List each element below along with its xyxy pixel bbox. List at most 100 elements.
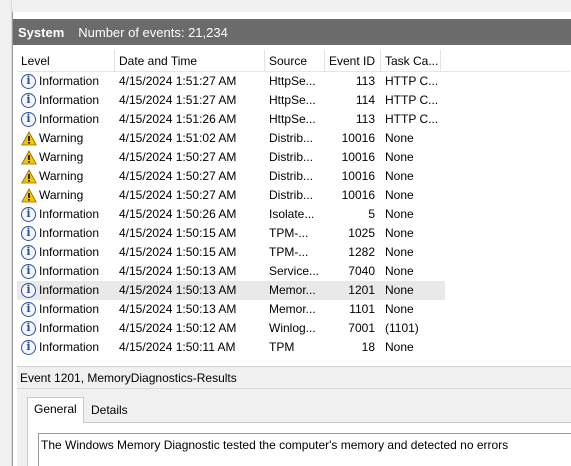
level-text: Information (39, 302, 100, 316)
table-row[interactable]: Warning 4/15/2024 1:50:27 AM Distrib... 100… (17, 167, 445, 186)
details-tabs: General Details The Windows Memory Diagn… (27, 397, 571, 466)
table-row[interactable]: i Information 4/15/2024 1:50:11 AM TPM 18 Non… (17, 338, 445, 357)
cell-task-category: (1101) (385, 321, 419, 335)
top-edge-panel (12, 0, 571, 12)
cell-task-category: None (385, 207, 414, 221)
cell-datetime: 4/15/2024 1:50:15 AM (119, 226, 237, 240)
grid-rows: i Information 4/15/2024 1:51:27 AM HttpSe..… (17, 72, 570, 357)
cell-event-id: 5 (368, 207, 375, 221)
cell-task-category: HTTP C... (385, 93, 439, 107)
events-grid[interactable]: Level Date and Time Source Event ID Task… (17, 50, 570, 368)
tab-details[interactable]: Details (85, 399, 134, 423)
grid-header: Level Date and Time Source Event ID Task… (17, 50, 570, 72)
level-text: Warning (39, 131, 84, 145)
table-row[interactable]: Warning 4/15/2024 1:51:02 AM Distrib... 100… (17, 129, 445, 148)
cell-event-id: 1201 (348, 283, 375, 297)
cell-source: Distrib... (269, 131, 314, 145)
table-row[interactable]: i Information 4/15/2024 1:50:13 AM Memor...… (17, 281, 445, 300)
cell-source: Distrib... (269, 188, 314, 202)
event-count: Number of events: 21,234 (78, 24, 228, 40)
log-header: System Number of events: 21,234 (13, 19, 571, 45)
cell-datetime: 4/15/2024 1:50:27 AM (119, 188, 237, 202)
table-row[interactable]: i Information 4/15/2024 1:51:26 AM HttpSe..… (17, 110, 445, 129)
column-header-level[interactable]: Level (17, 50, 115, 72)
level-text: Information (39, 207, 100, 221)
left-edge-panel (0, 0, 12, 466)
column-header-datetime[interactable]: Date and Time (115, 50, 265, 72)
cell-event-id: 114 (355, 93, 375, 107)
info-icon: i (21, 283, 36, 298)
info-icon: i (21, 340, 36, 355)
event-details-pane: Event 1201, MemoryDiagnostics-Results Ge… (17, 366, 571, 466)
cell-level: i Information (17, 110, 115, 129)
cell-source: HttpSe... (269, 74, 316, 88)
table-row[interactable]: i Information 4/15/2024 1:50:26 AM Isolate.… (17, 205, 445, 224)
cell-source: Winlog... (269, 321, 316, 335)
cell-task-category: None (385, 226, 414, 240)
cell-task-category: None (385, 264, 414, 278)
info-icon: i (21, 112, 36, 127)
cell-datetime: 4/15/2024 1:50:27 AM (119, 169, 237, 183)
level-text: Information (39, 340, 100, 354)
info-icon: i (21, 93, 36, 108)
table-row[interactable]: Warning 4/15/2024 1:50:27 AM Distrib... 100… (17, 186, 445, 205)
cell-source: Isolate... (269, 207, 315, 221)
cell-level: Warning (17, 129, 115, 148)
cell-datetime: 4/15/2024 1:50:13 AM (119, 302, 237, 316)
cell-level: i Information (17, 91, 115, 110)
cell-datetime: 4/15/2024 1:50:13 AM (119, 264, 237, 278)
tab-general[interactable]: General (27, 397, 84, 423)
level-text: Information (39, 264, 100, 278)
info-icon: i (21, 264, 36, 279)
cell-level: Warning (17, 167, 115, 186)
column-header-source[interactable]: Source (265, 50, 325, 72)
table-row[interactable]: i Information 4/15/2024 1:50:13 AM Memor...… (17, 300, 445, 319)
level-text: Information (39, 112, 100, 126)
level-text: Information (39, 245, 100, 259)
cell-task-category: HTTP C... (385, 112, 439, 126)
cell-level: i Information (17, 338, 115, 357)
cell-datetime: 4/15/2024 1:51:27 AM (119, 93, 237, 107)
table-row[interactable]: i Information 4/15/2024 1:51:27 AM HttpSe..… (17, 91, 445, 110)
cell-level: i Information (17, 243, 115, 262)
details-title: Event 1201, MemoryDiagnostics-Results (17, 367, 571, 389)
cell-task-category: None (385, 245, 414, 259)
level-text: Warning (39, 188, 84, 202)
cell-task-category: None (385, 302, 414, 316)
cell-datetime: 4/15/2024 1:50:27 AM (119, 150, 237, 164)
table-row[interactable]: i Information 4/15/2024 1:50:15 AM TPM-... 1… (17, 243, 445, 262)
cell-level: i Information (17, 300, 115, 319)
cell-task-category: HTTP C... (385, 74, 439, 88)
level-text: Information (39, 93, 100, 107)
event-message[interactable]: The Windows Memory Diagnostic tested the… (38, 433, 571, 466)
cell-datetime: 4/15/2024 1:50:26 AM (119, 207, 237, 221)
cell-event-id: 10016 (341, 131, 375, 145)
cell-event-id: 113 (355, 112, 375, 126)
info-icon: i (21, 74, 36, 89)
cell-level: i Information (17, 281, 115, 300)
cell-level: i Information (17, 319, 115, 338)
cell-event-id: 1282 (348, 245, 375, 259)
info-icon: i (21, 245, 36, 260)
cell-datetime: 4/15/2024 1:50:15 AM (119, 245, 237, 259)
warning-icon (21, 169, 37, 184)
cell-source: HttpSe... (269, 93, 316, 107)
cell-source: TPM-... (269, 226, 309, 240)
table-row[interactable]: i Information 4/15/2024 1:51:27 AM HttpSe..… (17, 72, 445, 91)
column-header-task-category[interactable]: Task Ca... (381, 50, 441, 72)
cell-event-id: 10016 (341, 150, 375, 164)
cell-level: i Information (17, 262, 115, 281)
cell-source: Distrib... (269, 169, 314, 183)
cell-datetime: 4/15/2024 1:51:27 AM (119, 74, 237, 88)
cell-source: TPM (269, 340, 295, 354)
cell-task-category: None (385, 188, 414, 202)
table-row[interactable]: Warning 4/15/2024 1:50:27 AM Distrib... 100… (17, 148, 445, 167)
table-row[interactable]: i Information 4/15/2024 1:50:13 AM Service.… (17, 262, 445, 281)
table-row[interactable]: i Information 4/15/2024 1:50:12 AM Winlog..… (17, 319, 445, 338)
cell-event-id: 7040 (348, 264, 375, 278)
cell-source: Distrib... (269, 150, 314, 164)
cell-task-category: None (385, 340, 414, 354)
cell-task-category: None (385, 131, 414, 145)
table-row[interactable]: i Information 4/15/2024 1:50:15 AM TPM-... 1… (17, 224, 445, 243)
column-header-event-id[interactable]: Event ID (325, 50, 381, 72)
